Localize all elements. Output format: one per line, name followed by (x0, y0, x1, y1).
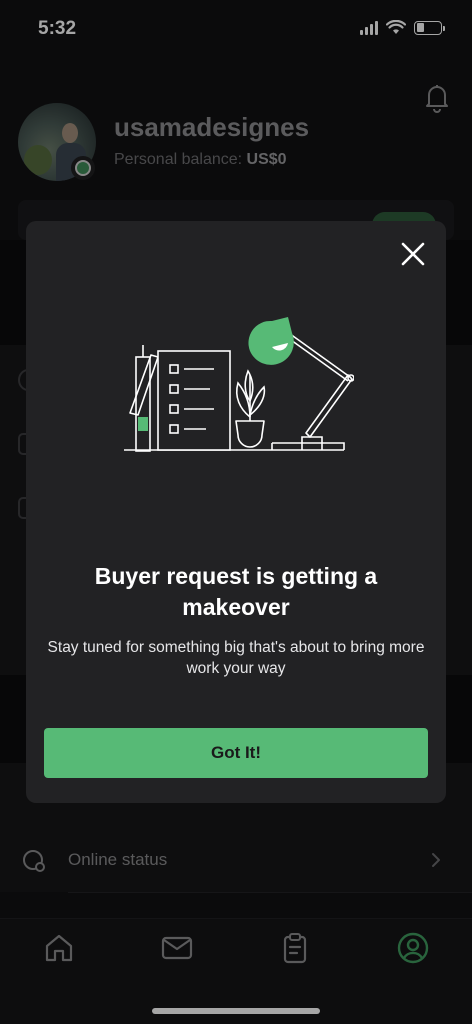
modal-subtitle: Stay tuned for something big that's abou… (47, 639, 425, 677)
got-it-button[interactable]: Got It! (44, 728, 428, 778)
close-icon[interactable] (398, 239, 428, 269)
desk-lamp-illustration (124, 317, 354, 452)
modal-title: Buyer request is getting a makeover (94, 563, 378, 620)
announcement-modal: Buyer request is getting a makeover Stay… (26, 221, 446, 803)
